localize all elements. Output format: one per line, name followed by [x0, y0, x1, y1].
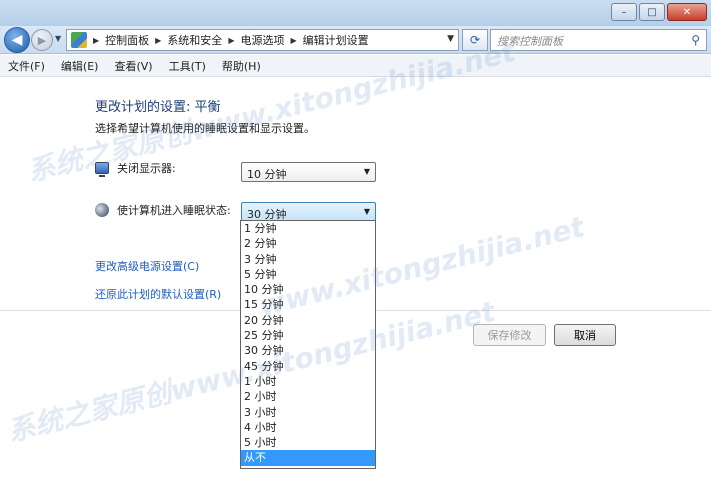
dropdown-option[interactable]: 5 小时: [241, 435, 375, 450]
dropdown-option[interactable]: 15 分钟: [241, 297, 375, 312]
display-off-label: 关闭显示器:: [117, 162, 176, 175]
close-button[interactable]: ✕: [667, 3, 707, 21]
save-changes-button[interactable]: 保存修改: [473, 324, 546, 346]
dropdown-option[interactable]: 2 小时: [241, 389, 375, 404]
dropdown-option-selected[interactable]: 从不: [241, 450, 375, 466]
moon-icon: [95, 203, 109, 217]
dropdown-option[interactable]: 2 分钟: [241, 236, 375, 251]
address-bar[interactable]: ▶ 控制面板 ▶ 系统和安全 ▶ 电源选项 ▶ 编辑计划设置 ▼: [66, 29, 459, 51]
display-off-select[interactable]: 10 分钟 ▼: [241, 162, 376, 182]
menu-help[interactable]: 帮助(H): [222, 58, 261, 74]
menu-file[interactable]: 文件(F): [8, 58, 45, 74]
dropdown-option[interactable]: 5 分钟: [241, 267, 375, 282]
dropdown-option[interactable]: 3 小时: [241, 405, 375, 420]
page-description: 选择希望计算机使用的睡眠设置和显示设置。: [95, 122, 315, 135]
chevron-right-icon[interactable]: ▶: [155, 36, 161, 45]
chevron-down-icon: ▼: [363, 167, 370, 176]
dropdown-option[interactable]: 30 分钟: [241, 343, 375, 358]
dropdown-option[interactable]: 1 分钟: [241, 221, 375, 236]
minimize-button[interactable]: –: [611, 3, 637, 21]
search-placeholder: 搜索控制面板: [497, 35, 563, 48]
monitor-icon: [95, 162, 109, 177]
page-title: 更改计划的设置: 平衡: [95, 100, 221, 115]
sleep-label: 使计算机进入睡眠状态:: [117, 204, 231, 217]
breadcrumb-system-security[interactable]: 系统和安全: [167, 32, 222, 48]
display-off-value: 10 分钟: [247, 168, 287, 181]
search-input[interactable]: 搜索控制面板 ⚲: [490, 29, 707, 51]
advanced-settings-link[interactable]: 更改高级电源设置(C): [95, 258, 199, 274]
address-dropdown-icon[interactable]: ▼: [447, 34, 454, 44]
refresh-icon: ⟳: [469, 33, 481, 47]
dropdown-option[interactable]: 25 分钟: [241, 328, 375, 343]
cancel-button[interactable]: 取消: [554, 324, 616, 346]
dropdown-option[interactable]: 10 分钟: [241, 282, 375, 297]
menu-bar: 文件(F) 编辑(E) 查看(V) 工具(T) 帮助(H): [0, 55, 711, 77]
dropdown-option[interactable]: 1 小时: [241, 374, 375, 389]
chevron-right-icon[interactable]: ▶: [290, 36, 296, 45]
chevron-down-icon: ▼: [363, 207, 370, 216]
restore-defaults-link[interactable]: 还原此计划的默认设置(R): [95, 286, 221, 302]
back-button[interactable]: ◀: [4, 27, 30, 53]
menu-tools[interactable]: 工具(T): [169, 58, 206, 74]
breadcrumb-control-panel[interactable]: 控制面板: [105, 32, 149, 48]
menu-view[interactable]: 查看(V): [114, 58, 152, 74]
breadcrumb-power-options[interactable]: 电源选项: [240, 32, 284, 48]
dropdown-option[interactable]: 45 分钟: [241, 359, 375, 374]
search-icon[interactable]: ⚲: [691, 33, 700, 47]
chevron-right-icon[interactable]: ▶: [228, 36, 234, 45]
refresh-button[interactable]: ⟳: [462, 29, 488, 51]
menu-edit[interactable]: 编辑(E): [61, 58, 99, 74]
navigation-bar: ◀ ▶ ▼ ▶ 控制面板 ▶ 系统和安全 ▶ 电源选项 ▶ 编辑计划设置 ▼ ⟳…: [0, 26, 711, 54]
dropdown-option[interactable]: 20 分钟: [241, 313, 375, 328]
sleep-select[interactable]: 30 分钟 ▼: [241, 202, 376, 222]
chevron-right-icon[interactable]: ▶: [93, 36, 99, 45]
window-titlebar: – □ ✕: [0, 0, 711, 26]
forward-button[interactable]: ▶: [31, 29, 53, 51]
breadcrumb-edit-plan[interactable]: 编辑计划设置: [303, 32, 369, 48]
history-dropdown-icon[interactable]: ▼: [55, 34, 61, 43]
display-off-row: 关闭显示器:: [95, 160, 176, 177]
dropdown-option[interactable]: 3 分钟: [241, 252, 375, 267]
sleep-row: 使计算机进入睡眠状态:: [95, 202, 231, 218]
dropdown-option[interactable]: 4 小时: [241, 420, 375, 435]
maximize-button[interactable]: □: [639, 3, 665, 21]
window-controls: – □ ✕: [611, 3, 707, 21]
sleep-dropdown-list: 1 分钟 2 分钟 3 分钟 5 分钟 10 分钟 15 分钟 20 分钟 25…: [240, 220, 376, 469]
control-panel-icon: [71, 32, 87, 48]
